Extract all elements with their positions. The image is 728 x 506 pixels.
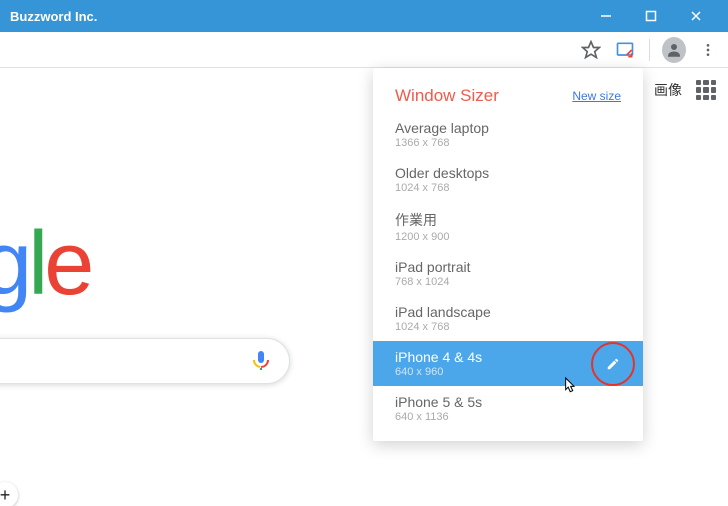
maximize-button[interactable] (628, 0, 673, 32)
logo-letter: g (0, 214, 28, 314)
preset-iphone-4[interactable]: iPhone 4 & 4s 640 x 960 (373, 341, 643, 386)
preset-ipad-landscape[interactable]: iPad landscape 1024 x 768 (373, 296, 643, 341)
preset-name: iPad landscape (395, 304, 621, 320)
toolbar-divider (649, 39, 650, 61)
window-sizer-popup: Window Sizer New size Average laptop 136… (373, 68, 643, 441)
preset-name: Older desktops (395, 165, 621, 181)
window-sizer-extension-icon[interactable] (613, 38, 637, 62)
preset-dim: 1366 x 768 (395, 137, 621, 149)
titlebar: Buzzword Inc. (0, 0, 728, 32)
logo-letter: e (44, 214, 90, 314)
preset-name: iPhone 5 & 5s (395, 394, 621, 410)
header-links: 画像 (654, 80, 716, 100)
edit-icon[interactable] (606, 357, 620, 371)
popup-title: Window Sizer (395, 86, 499, 106)
search-input[interactable] (0, 338, 290, 384)
window-title: Buzzword Inc. (10, 9, 583, 24)
preset-average-laptop[interactable]: Average laptop 1366 x 768 (373, 112, 643, 157)
popup-header: Window Sizer New size (373, 86, 643, 112)
close-button[interactable] (673, 0, 718, 32)
google-logo: oogle (0, 213, 90, 316)
preset-dim: 1024 x 768 (395, 321, 621, 333)
browser-toolbar (0, 32, 728, 68)
preset-dim: 640 x 1136 (395, 411, 621, 423)
new-size-link[interactable]: New size (572, 89, 621, 103)
preset-work[interactable]: 作業用 1200 x 900 (373, 202, 643, 251)
preset-dim: 640 x 960 (395, 366, 621, 378)
google-apps-icon[interactable] (696, 80, 716, 100)
images-link[interactable]: 画像 (654, 80, 682, 100)
preset-older-desktops[interactable]: Older desktops 1024 x 768 (373, 157, 643, 202)
preset-name: iPad portrait (395, 259, 621, 275)
add-shortcut-button[interactable]: + (0, 482, 18, 506)
page-content: oogle 画像 + Window Sizer New size Average… (0, 68, 728, 506)
preset-name: 作業用 (395, 210, 621, 230)
profile-button[interactable] (662, 38, 686, 62)
bookmark-star-icon[interactable] (579, 38, 603, 62)
minimize-button[interactable] (583, 0, 628, 32)
preset-name: Average laptop (395, 120, 621, 136)
mic-icon[interactable] (249, 349, 273, 373)
logo-letter: l (28, 214, 44, 314)
browser-menu-button[interactable] (696, 38, 720, 62)
preset-ipad-portrait[interactable]: iPad portrait 768 x 1024 (373, 251, 643, 296)
preset-name: iPhone 4 & 4s (395, 349, 621, 365)
preset-dim: 1200 x 900 (395, 231, 621, 243)
profile-avatar-icon (662, 37, 686, 63)
plus-icon: + (0, 485, 10, 506)
preset-iphone-5[interactable]: iPhone 5 & 5s 640 x 1136 (373, 386, 643, 431)
preset-dim: 1024 x 768 (395, 182, 621, 194)
preset-dim: 768 x 1024 (395, 276, 621, 288)
highlight-circle (591, 342, 635, 386)
